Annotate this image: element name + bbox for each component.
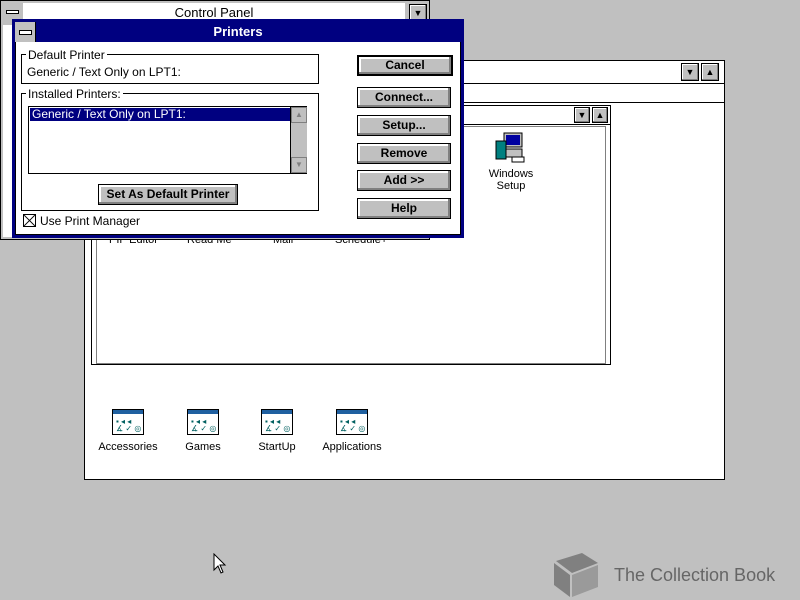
group-label: StartUp: [258, 441, 296, 453]
list-scrollbar[interactable]: ▲ ▼: [290, 107, 307, 173]
installed-printers-group: Installed Printers: Generic / Text Only …: [21, 87, 319, 211]
watermark-text: The Collection Book: [614, 565, 776, 585]
printers-dialog: Printers Default Printer Generic / Text …: [12, 19, 464, 238]
printers-dialog-title[interactable]: Printers: [15, 22, 461, 42]
schedule-label[interactable]: Schedule+: [335, 240, 395, 246]
system-menu-icon: [6, 10, 19, 14]
windows-setup-label-1: Windows: [488, 168, 534, 180]
scroll-down-arrow-icon[interactable]: ▼: [291, 157, 307, 173]
remove-button[interactable]: Remove: [357, 143, 451, 164]
add-button[interactable]: Add >>: [357, 170, 451, 191]
read-me-label[interactable]: Read Me: [187, 240, 247, 246]
scroll-up-arrow-icon[interactable]: ▲: [291, 107, 307, 123]
mouse-cursor-icon: [213, 553, 227, 574]
group-maximize-button[interactable]: ▲: [592, 107, 608, 123]
maximize-button[interactable]: ▲: [701, 63, 719, 81]
book-icon: [554, 553, 598, 597]
group-label: Applications: [322, 441, 382, 453]
installed-printers-list[interactable]: Generic / Text Only on LPT1: ▲ ▼: [28, 106, 307, 174]
setup-button[interactable]: Setup...: [357, 115, 451, 136]
installed-printers-label: Installed Printers:: [26, 87, 123, 101]
windows-setup-item[interactable]: Windows Setup: [481, 131, 541, 192]
cancel-button[interactable]: Cancel: [357, 55, 453, 76]
program-group-icon: ▪ ◂ ◂ ∡ ✓ ◎: [112, 409, 144, 435]
default-printer-value: Generic / Text Only on LPT1:: [27, 65, 181, 79]
use-print-manager-checkbox[interactable]: [23, 214, 36, 227]
connect-button[interactable]: Connect...: [357, 87, 451, 108]
group-accessories[interactable]: ▪ ◂ ◂ ∡ ✓ ◎ Accessories: [87, 409, 169, 453]
mail-label[interactable]: Mail: [273, 240, 313, 246]
installed-printer-item[interactable]: Generic / Text Only on LPT1:: [30, 108, 290, 121]
windows-setup-label-2: Setup: [496, 180, 526, 192]
default-printer-label: Default Printer: [26, 48, 107, 62]
program-group-icon: ▪ ◂ ◂ ∡ ✓ ◎: [187, 409, 219, 435]
default-printer-group: Default Printer Generic / Text Only on L…: [21, 48, 319, 84]
help-button[interactable]: Help: [357, 198, 451, 219]
program-group-icon: ▪ ◂ ◂ ∡ ✓ ◎: [261, 409, 293, 435]
dialog-system-menu[interactable]: [15, 22, 36, 42]
group-applications[interactable]: ▪ ◂ ◂ ∡ ✓ ◎ Applications: [311, 409, 393, 453]
program-group-icon: ▪ ◂ ◂ ∡ ✓ ◎: [336, 409, 368, 435]
group-startup[interactable]: ▪ ◂ ◂ ∡ ✓ ◎ StartUp: [236, 409, 318, 453]
watermark: The Collection Book: [548, 551, 798, 599]
group-label: Accessories: [98, 441, 158, 453]
group-minimize-button[interactable]: ▼: [574, 107, 590, 123]
minimize-button[interactable]: ▼: [681, 63, 699, 81]
use-print-manager-label[interactable]: Use Print Manager: [40, 214, 140, 228]
pif-editor-label[interactable]: PIF Editor: [109, 240, 169, 246]
set-default-printer-button[interactable]: Set As Default Printer: [98, 184, 238, 205]
windows-setup-icon: [495, 132, 525, 163]
group-games[interactable]: ▪ ◂ ◂ ∡ ✓ ◎ Games: [162, 409, 244, 453]
group-label: Games: [185, 441, 221, 453]
